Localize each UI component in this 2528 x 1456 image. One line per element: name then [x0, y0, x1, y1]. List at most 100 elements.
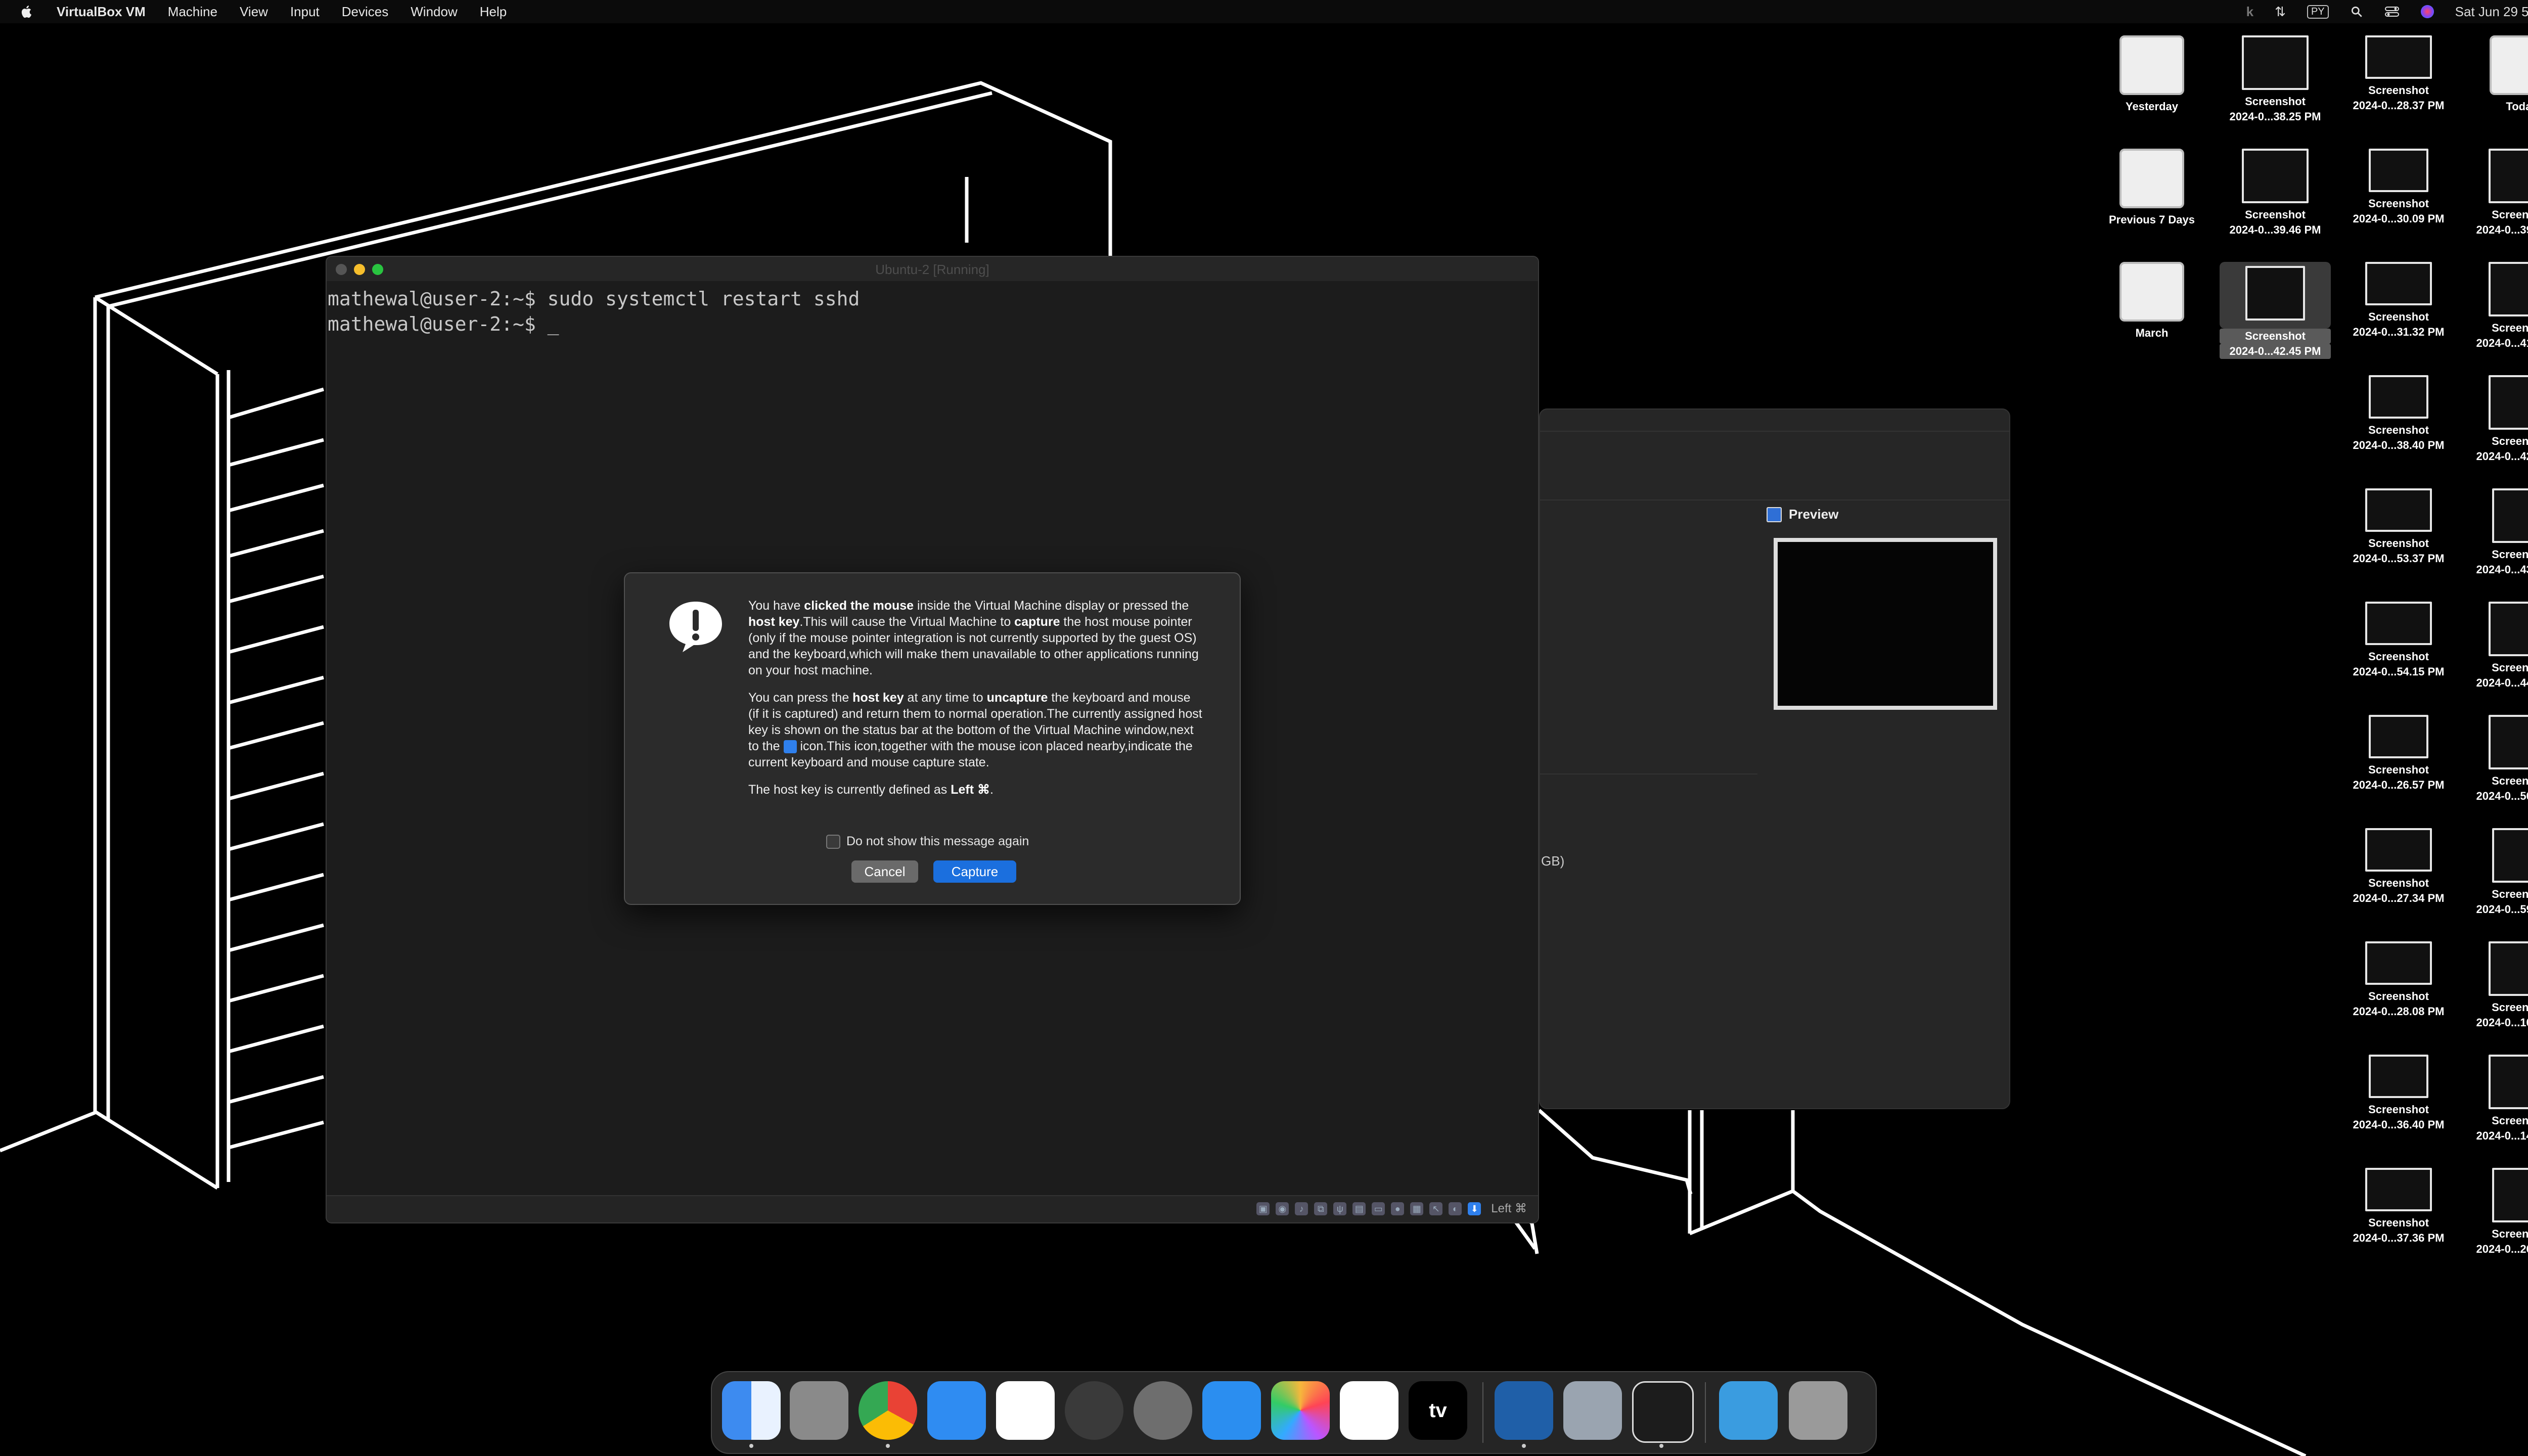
desktop-folder-march[interactable]: March	[2096, 262, 2207, 341]
desktop-item-label: Screenshot	[2368, 424, 2429, 436]
desktop-screenshot-file[interactable]: Screenshot 2024-0...42.50 PM	[2466, 375, 2528, 464]
screenshot-thumbnail-icon	[2369, 149, 2428, 192]
desktop-item-label: Screenshot	[2245, 208, 2306, 221]
menu-window[interactable]: Window	[411, 4, 457, 20]
apple-menu-icon[interactable]	[19, 4, 34, 19]
vpn-status-icon[interactable]: ⇅	[2275, 4, 2286, 20]
desktop-screenshot-file[interactable]: Screenshot 2024-0...39.46 PM	[2220, 149, 2331, 238]
screenshot-thumbnail-icon	[2365, 488, 2432, 532]
desktop-screenshot-file[interactable]: Screenshot 2024-0...28.08 PM	[2343, 941, 2454, 1019]
app-store-icon[interactable]	[1202, 1381, 1261, 1440]
desktop-item-label: Screenshot	[2368, 84, 2429, 97]
menu-input[interactable]: Input	[290, 4, 320, 20]
app-menu-virtualbox[interactable]: VirtualBox VM	[57, 4, 146, 20]
menu-devices[interactable]: Devices	[342, 4, 388, 20]
host-key-label: Left ⌘	[1491, 1202, 1527, 1215]
downloads-folder-icon[interactable]	[1719, 1381, 1778, 1440]
apple-tv-icon[interactable]: tv	[1409, 1381, 1467, 1440]
display-status-icon[interactable]: ▭	[1372, 1202, 1385, 1215]
vm-preview-thumbnail	[1774, 538, 1997, 710]
recording-status-icon[interactable]: ●	[1391, 1202, 1405, 1215]
desktop-screenshot-file[interactable]: Screenshot 2024-0...50.22 PM	[2466, 715, 2528, 804]
chrome-icon[interactable]	[859, 1381, 917, 1440]
shared-folders-status-icon[interactable]: ▤	[1352, 1202, 1366, 1215]
desktop-item-label: Yesterday	[2126, 100, 2178, 113]
desktop-screenshot-file[interactable]: Screenshot 2024-0...44.16 PM	[2466, 602, 2528, 691]
desktop-screenshot-file[interactable]: Screenshot 2024-0...39.12 PM	[2466, 149, 2528, 238]
desktop-item-label: Screenshot	[2368, 310, 2429, 323]
desktop-screenshot-file[interactable]: Screenshot 2024-0...42.45 PM	[2220, 262, 2331, 359]
desktop-screenshot-file[interactable]: Screenshot 2024-0...28.37 PM	[2343, 35, 2454, 113]
slack-icon[interactable]	[996, 1381, 1055, 1440]
cancel-button[interactable]: Cancel	[851, 860, 918, 883]
desktop-screenshot-file[interactable]: Screenshot 2024-0...27.34 PM	[2343, 828, 2454, 906]
desktop-item-sublabel: 2024-0...28.37 PM	[2353, 99, 2445, 112]
desktop-folder-yesterday[interactable]: Yesterday	[2096, 35, 2207, 114]
virtualbox-icon[interactable]	[1495, 1381, 1553, 1440]
console-line: mathewal@user-2:~$ _	[328, 313, 559, 335]
guest-additions-icon[interactable]: ◐	[1449, 1202, 1462, 1215]
screenshot-thumbnail-icon	[2369, 375, 2428, 419]
folder-icon	[2119, 35, 2184, 95]
dont-show-again-checkbox[interactable]: Do not show this message again	[826, 834, 1029, 849]
menu-view[interactable]: View	[240, 4, 268, 20]
desktop-screenshot-file[interactable]: Screenshot 2024-0...43.49 PM	[2466, 488, 2528, 577]
desktop-item-label: March	[2135, 327, 2169, 339]
audio-status-icon[interactable]: ♪	[1295, 1202, 1308, 1215]
vm-window-title: Ubuntu-2 [Running]	[875, 262, 989, 277]
desktop-screenshot-file[interactable]: Screenshot 2024-0...14.01 PM	[2466, 1055, 2528, 1144]
freeform-icon[interactable]	[1340, 1381, 1398, 1440]
desktop-screenshot-file[interactable]: Screenshot 2024-0...37.36 PM	[2343, 1168, 2454, 1246]
desktop-screenshot-file[interactable]: Screenshot 2024-0...41.41 PM	[2466, 262, 2528, 351]
checkbox-box[interactable]	[826, 834, 840, 849]
mail-icon[interactable]	[927, 1381, 986, 1440]
menu-help[interactable]: Help	[480, 4, 507, 20]
desktop-screenshot-file[interactable]: Screenshot 2024-0...36.40 PM	[2343, 1055, 2454, 1132]
desktop-item-sublabel: 2024-0...31.32 PM	[2353, 326, 2445, 338]
network-status-icon[interactable]: ⧉	[1314, 1202, 1328, 1215]
menu-bar-clock[interactable]: Sat Jun 29 5:45 PM	[2455, 4, 2528, 20]
desktop-item-sublabel: 2024-0...26.37 PM	[2476, 1243, 2528, 1255]
screenshot-thumbnail-icon	[2242, 35, 2309, 90]
system-settings-icon[interactable]	[1134, 1381, 1192, 1440]
vm-window-icon[interactable]	[1632, 1381, 1694, 1443]
background-manager-window[interactable]: Preview GB)	[1539, 408, 2010, 1109]
menu-machine[interactable]: Machine	[168, 4, 217, 20]
input-source-indicator[interactable]: PY	[2307, 5, 2329, 19]
cpu-status-icon[interactable]: ▦	[1410, 1202, 1424, 1215]
desktop-folder-today[interactable]: Today	[2466, 35, 2528, 114]
desktop-screenshot-file[interactable]: Screenshot 2024-0...59.56 PM	[2466, 828, 2528, 917]
trash-icon[interactable]	[1789, 1381, 1847, 1440]
desktop-screenshot-file[interactable]: Screenshot 2024-0...31.32 PM	[2343, 262, 2454, 340]
desktop-item-label: Screenshot	[2492, 888, 2528, 900]
capture-button[interactable]: Capture	[933, 860, 1016, 883]
desktop-screenshot-file[interactable]: Screenshot 2024-0...38.40 PM	[2343, 375, 2454, 453]
siri-icon[interactable]	[2420, 5, 2434, 18]
desktop-screenshot-file[interactable]: Screenshot 2024-0...26.37 PM	[2466, 1168, 2528, 1257]
optical-drive-status-icon[interactable]: ◉	[1276, 1202, 1289, 1215]
preview-icon[interactable]	[1563, 1381, 1622, 1440]
desktop-screenshot-file[interactable]: Screenshot 2024-0...53.37 PM	[2343, 488, 2454, 566]
host-key-icon[interactable]: ⬇	[1468, 1202, 1481, 1215]
spotlight-search-icon[interactable]	[2350, 5, 2363, 18]
vm-window-titlebar[interactable]: Ubuntu-2 [Running]	[327, 257, 1538, 281]
desktop-screenshot-file[interactable]: Screenshot 2024-0...38.25 PM	[2220, 35, 2331, 124]
desktop-item-sublabel: 2024-0...39.12 PM	[2476, 223, 2528, 236]
vm-console[interactable]: mathewal@user-2:~$ sudo systemctl restar…	[327, 286, 860, 337]
desktop-screenshot-file[interactable]: Screenshot 2024-0...54.15 PM	[2343, 602, 2454, 679]
mouse-integration-icon[interactable]: ↖	[1429, 1202, 1443, 1215]
disk-utility-icon[interactable]	[1065, 1381, 1123, 1440]
control-center-icon[interactable]	[2384, 5, 2400, 18]
launchpad-icon[interactable]	[790, 1381, 848, 1440]
finder-icon[interactable]	[722, 1381, 781, 1440]
screenshot-thumbnail-icon	[2489, 715, 2528, 769]
photos-icon[interactable]	[1271, 1381, 1330, 1440]
screenshot-thumbnail-icon	[2369, 715, 2428, 758]
desktop-screenshot-file[interactable]: Screenshot 2024-0...26.57 PM	[2343, 715, 2454, 793]
desktop-screenshot-file[interactable]: Screenshot 2024-0...10.44 PM	[2466, 941, 2528, 1030]
desktop-screenshot-file[interactable]: Screenshot 2024-0...30.09 PM	[2343, 149, 2454, 226]
hard-disk-status-icon[interactable]: ▣	[1256, 1202, 1270, 1215]
desktop-folder-previous-7-days[interactable]: Previous 7 Days	[2096, 149, 2207, 228]
k-status-icon[interactable]: k	[2246, 4, 2253, 20]
usb-status-icon[interactable]: ψ	[1333, 1202, 1347, 1215]
